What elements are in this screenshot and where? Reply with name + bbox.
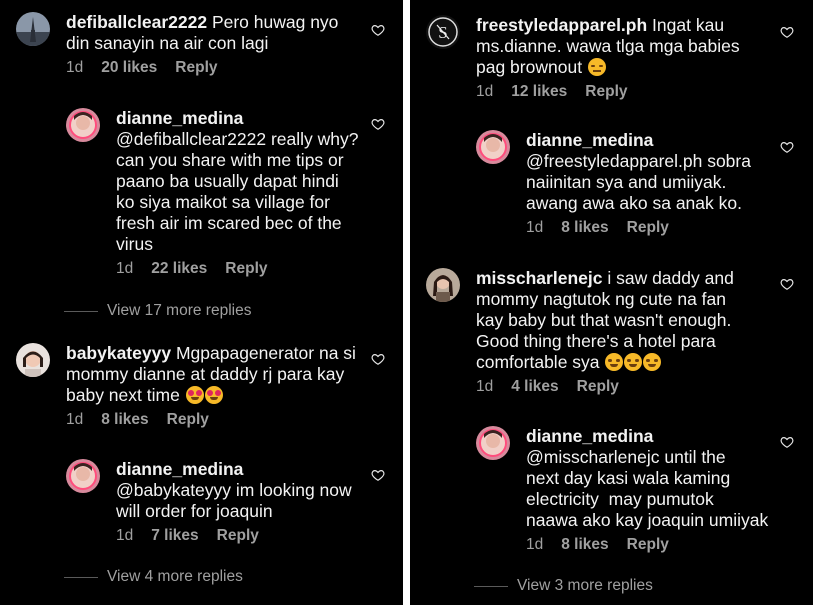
heart-eyes-emoji (204, 386, 223, 404)
avatar[interactable] (16, 343, 50, 377)
comment-text: virus (116, 234, 153, 254)
timestamp: 1d (66, 411, 84, 428)
comment-text: @freestyledapparel.ph sobra (526, 151, 751, 171)
timestamp: 1d (476, 83, 494, 100)
reply-button[interactable]: Reply (175, 59, 217, 76)
reply-button[interactable]: Reply (627, 219, 669, 236)
view-more-replies[interactable]: View 17 more replies (64, 302, 251, 320)
likes-count[interactable]: 12 likes (511, 83, 567, 100)
username[interactable]: dianne_medina (526, 426, 653, 446)
divider (64, 310, 98, 312)
avatar[interactable] (66, 108, 100, 142)
comment-text: naawa ako kay joaquin umiiyak (526, 510, 769, 530)
view-more-replies-label[interactable]: View 3 more replies (517, 577, 653, 595)
avatar[interactable] (426, 268, 460, 302)
comment-text: next day kasi wala kaming (526, 468, 731, 488)
avatar[interactable] (16, 12, 50, 46)
timestamp: 1d (116, 260, 134, 277)
comment-text: i saw daddy and (607, 268, 734, 288)
timestamp: 1d (526, 536, 544, 553)
username[interactable]: misscharlenejc (476, 268, 602, 288)
divider (64, 576, 98, 578)
comment-text: @babykateyyy im looking now (116, 480, 352, 500)
timestamp: 1d (66, 59, 84, 76)
comment-text: will order for joaquin (116, 501, 273, 521)
avatar[interactable] (476, 426, 510, 460)
comments-panel-right: S freestyledapparel.ph Ingat kau ms.dian… (410, 0, 813, 605)
timestamp: 1d (116, 527, 134, 544)
comment-text: ko siya maikot sa village for (116, 192, 330, 212)
pensive-emoji (587, 58, 606, 76)
comment-text: paano ba usually dapat hindi (116, 171, 339, 191)
likes-count[interactable]: 20 likes (101, 59, 157, 76)
comment-text: Mgpapagenerator na si (175, 343, 356, 363)
comment-text: @misscharlenejc until the (526, 447, 726, 467)
comment-text: awang awa ako sa anak ko. (526, 193, 742, 213)
likes-count[interactable]: 22 likes (151, 260, 207, 277)
comment-text: kay baby but that wasn't enough. (476, 310, 732, 330)
likes-count[interactable]: 8 likes (561, 219, 608, 236)
comment-text: naiinitan sya and umiiyak. (526, 172, 727, 192)
likes-count[interactable]: 8 likes (101, 411, 148, 428)
view-more-replies[interactable]: View 3 more replies (474, 577, 653, 595)
comment-text: din sanayin na air con lagi (66, 33, 269, 53)
avatar[interactable] (476, 130, 510, 164)
comment-text: can you share with me tips or (116, 150, 344, 170)
like-heart-icon[interactable] (780, 140, 794, 154)
comment-text: Ingat kau (652, 15, 725, 35)
username[interactable]: dianne_medina (116, 108, 243, 128)
comment-text: comfortable sya (476, 352, 605, 372)
reply-button[interactable]: Reply (577, 378, 619, 395)
avatar[interactable]: S (426, 15, 460, 49)
username[interactable]: dianne_medina (116, 459, 243, 479)
likes-count[interactable]: 7 likes (151, 527, 198, 544)
avatar[interactable] (66, 459, 100, 493)
reply-button[interactable]: Reply (167, 411, 209, 428)
comment-text: fresh air im scared bec of the (116, 213, 342, 233)
comment-text: mommy dianne at daddy rj para kay (66, 364, 345, 384)
comment-text: baby next time (66, 385, 185, 405)
likes-count[interactable]: 8 likes (561, 536, 608, 553)
comment-text: Good thing there's a hotel para (476, 331, 716, 351)
smiling-emoji (643, 353, 662, 371)
reply-button[interactable]: Reply (627, 536, 669, 553)
comment-text: @defiballclear2222 really why? (116, 129, 359, 149)
reply-button[interactable]: Reply (585, 83, 627, 100)
reply-button[interactable]: Reply (217, 527, 259, 544)
comment-text: mommy nagtutok ng cute na fan (476, 289, 726, 309)
view-more-replies-label[interactable]: View 17 more replies (107, 302, 251, 320)
comment-text: electricity may pumutok (526, 489, 714, 509)
username[interactable]: dianne_medina (526, 130, 653, 150)
divider (474, 585, 508, 587)
comment-text: ms.dianne. wawa tlga mga babies (476, 36, 740, 56)
smiling-emoji (605, 353, 624, 371)
timestamp: 1d (476, 378, 494, 395)
view-more-replies-label[interactable]: View 4 more replies (107, 568, 243, 586)
like-heart-icon[interactable] (780, 435, 794, 449)
view-more-replies[interactable]: View 4 more replies (64, 568, 243, 586)
like-heart-icon[interactable] (371, 468, 385, 482)
comment-text: Pero huwag nyo (211, 12, 339, 32)
like-heart-icon[interactable] (780, 277, 794, 291)
reply-button[interactable]: Reply (225, 260, 267, 277)
comment-text: pag brownout (476, 57, 587, 77)
comments-panel-left: defiballclear2222 Pero huwag nyo din san… (0, 0, 403, 605)
likes-count[interactable]: 4 likes (511, 378, 558, 395)
timestamp: 1d (526, 219, 544, 236)
username[interactable]: defiballclear2222 (66, 12, 207, 32)
like-heart-icon[interactable] (371, 23, 385, 37)
like-heart-icon[interactable] (371, 352, 385, 366)
heart-eyes-emoji (185, 386, 204, 404)
like-heart-icon[interactable] (780, 25, 794, 39)
username[interactable]: babykateyyy (66, 343, 171, 363)
username[interactable]: freestyledapparel.ph (476, 15, 647, 35)
smiling-emoji (624, 353, 643, 371)
like-heart-icon[interactable] (371, 117, 385, 131)
